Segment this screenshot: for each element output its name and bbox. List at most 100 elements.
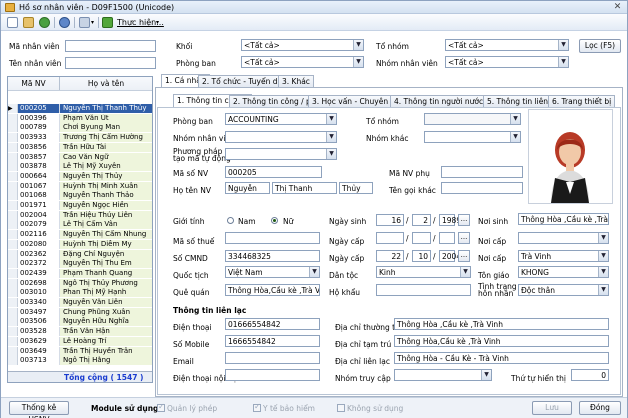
access-group-select[interactable]: ▼ xyxy=(394,369,492,381)
table-row[interactable]: 003629 Lê Hoàng Trí xyxy=(8,336,152,346)
perm-address-input[interactable]: Thông Hòa ,Cầu kè ,Trà Vinh xyxy=(394,318,609,330)
row-indicator[interactable] xyxy=(8,162,18,172)
cell-employee-name[interactable]: Lê Hoàng Trí xyxy=(60,336,152,346)
row-indicator[interactable] xyxy=(8,142,18,152)
first-name-input[interactable]: Thủy xyxy=(339,182,373,194)
cell-employee-id[interactable]: 003857 xyxy=(18,152,60,162)
row-indicator[interactable] xyxy=(8,210,18,220)
cell-employee-id[interactable]: 003506 xyxy=(18,317,60,327)
emp-code-input[interactable]: 000205 xyxy=(225,166,322,178)
cell-employee-name[interactable]: Nguyễn Thị Thủy xyxy=(60,171,152,181)
table-row[interactable]: 000396 Phạm Văn Út xyxy=(8,113,152,123)
save-button[interactable]: Lưu xyxy=(532,401,572,415)
cell-employee-name[interactable]: Nguyễn Văn Liên xyxy=(60,298,152,307)
cell-employee-id[interactable]: 003010 xyxy=(18,288,60,298)
group-select[interactable]: ▼ xyxy=(424,113,521,125)
employee-name-input[interactable] xyxy=(65,57,156,69)
row-indicator[interactable] xyxy=(8,259,18,269)
cell-employee-name[interactable]: Huỳnh Thị Minh Xuân xyxy=(60,181,152,191)
block-select[interactable]: <Tất cả> ▼ xyxy=(241,39,364,51)
close-button[interactable]: Đóng xyxy=(579,401,621,415)
row-indicator[interactable] xyxy=(8,123,18,133)
employee-group-select[interactable]: ▼ xyxy=(225,131,337,143)
cell-employee-name[interactable]: Phạm Văn Út xyxy=(60,113,152,123)
other-group-select[interactable]: ▼ xyxy=(424,131,521,143)
cell-employee-id[interactable]: 003340 xyxy=(18,298,60,307)
row-indicator[interactable] xyxy=(8,220,18,230)
row-indicator[interactable] xyxy=(8,346,18,356)
cell-employee-id[interactable]: 001971 xyxy=(18,201,60,210)
row-indicator[interactable] xyxy=(8,336,18,346)
row-indicator[interactable] xyxy=(8,298,18,307)
cell-employee-id[interactable]: 000664 xyxy=(18,171,60,181)
last-name-input[interactable]: Nguyễn xyxy=(225,182,270,194)
cell-employee-name[interactable]: Nguyễn Hữu Nghĩa xyxy=(60,317,152,327)
cell-employee-id[interactable]: 003713 xyxy=(18,356,60,366)
religion-select[interactable]: KHONG ▼ xyxy=(518,266,609,278)
row-indicator[interactable] xyxy=(8,239,18,249)
cell-employee-name[interactable]: Đặng Chí Nguyện xyxy=(60,249,152,259)
table-row[interactable]: 000664 Nguyễn Thị Thủy xyxy=(8,171,152,181)
tax-issue-place-select[interactable]: ▼ xyxy=(518,232,609,244)
table-row[interactable]: ▶ 000205 Nguyễn Thị Thanh Thủy xyxy=(8,104,152,113)
cell-employee-name[interactable]: Lê Thị Mỹ Xuyên xyxy=(60,162,152,172)
phone-input[interactable]: 01666554842 xyxy=(225,318,320,330)
temp-address-input[interactable]: Thông Hòa,Cầu kè ,Trà Vinh xyxy=(394,335,609,347)
table-row[interactable]: 000789 Chơi Byung Man xyxy=(8,123,152,133)
close-icon[interactable]: ✕ xyxy=(612,2,623,12)
emp-sub-code-input[interactable] xyxy=(441,166,523,178)
email-input[interactable] xyxy=(225,352,320,364)
unused-checkbox[interactable] xyxy=(337,404,345,412)
cell-employee-name[interactable]: Trần Hữu Tài xyxy=(60,142,152,152)
cell-employee-name[interactable]: Huỳnh Thị Diễm My xyxy=(60,239,152,249)
cell-employee-name[interactable]: Ngô Thị Hằng xyxy=(60,356,152,366)
nationality-select[interactable]: Việt Nam ▼ xyxy=(225,266,320,278)
row-indicator[interactable] xyxy=(8,317,18,327)
tab-other[interactable]: 3. Khác xyxy=(278,75,314,87)
cell-employee-name[interactable]: Chơi Byung Man xyxy=(60,123,152,133)
table-row[interactable]: 002439 Phạm Thanh Quang xyxy=(8,268,152,278)
leave-checkbox[interactable] xyxy=(157,402,165,412)
table-row[interactable]: 002116 Nguyễn Thị Cẩm Nhung xyxy=(8,230,152,240)
cell-employee-id[interactable]: 003497 xyxy=(18,307,60,317)
cell-employee-id[interactable]: 002004 xyxy=(18,210,60,220)
cell-employee-id[interactable]: 003878 xyxy=(18,162,60,172)
cell-employee-name[interactable]: Nguyễn Ngọc Hiền xyxy=(60,201,152,210)
table-row[interactable]: 003857 Cao Văn Ngữ xyxy=(8,152,152,162)
alias-input[interactable] xyxy=(441,182,523,194)
cell-employee-id[interactable]: 003856 xyxy=(18,142,60,152)
tax-issue-year-input[interactable] xyxy=(439,232,455,244)
cell-employee-name[interactable]: Nguyễn Thị Thanh Thủy xyxy=(60,104,152,113)
department-select[interactable]: ACCOUNTING ▼ xyxy=(225,113,337,125)
cell-employee-id[interactable]: 003649 xyxy=(18,346,60,356)
id-issue-day-input[interactable]: 22 xyxy=(376,250,404,262)
cell-employee-id[interactable]: 002080 xyxy=(18,239,60,249)
id-issue-place-select[interactable]: Trà Vinh ▼ xyxy=(518,250,609,262)
row-indicator[interactable] xyxy=(8,307,18,317)
cell-employee-name[interactable]: Cao Văn Ngữ xyxy=(60,152,152,162)
grid-filter-row[interactable] xyxy=(8,90,152,103)
row-indicator[interactable] xyxy=(8,133,18,143)
cell-employee-name[interactable]: Trần Hiệu Thúy Liên xyxy=(60,210,152,220)
table-row[interactable]: 002372 Nguyễn Thị Thu Em xyxy=(8,259,152,269)
cell-employee-id[interactable]: 003933 xyxy=(18,133,60,143)
tax-date-picker-button[interactable]: ... xyxy=(458,232,470,244)
column-header-id[interactable]: Mã NV xyxy=(8,77,60,90)
birth-year-input[interactable]: 1989 xyxy=(439,214,461,226)
cell-employee-name[interactable]: Trần Văn Hận xyxy=(60,327,152,337)
table-row[interactable]: 003713 Ngô Thị Hằng xyxy=(8,356,152,366)
contact-address-input[interactable]: Thông Hòa - Cầu Kè - Trà Vinh xyxy=(394,352,609,364)
household-input[interactable] xyxy=(376,284,471,296)
cell-employee-name[interactable]: Trần Thị Huyền Trân xyxy=(60,346,152,356)
cell-employee-id[interactable]: 002362 xyxy=(18,249,60,259)
employee-photo[interactable] xyxy=(528,109,613,204)
cell-employee-id[interactable]: 003528 xyxy=(18,327,60,337)
row-indicator[interactable] xyxy=(8,191,18,201)
birth-picker-button[interactable]: ... xyxy=(458,214,470,226)
row-indicator[interactable] xyxy=(8,356,18,366)
cell-employee-id[interactable]: 002372 xyxy=(18,259,60,269)
cell-employee-name[interactable]: Phạm Thanh Quang xyxy=(60,268,152,278)
cell-employee-id[interactable]: 000789 xyxy=(18,123,60,133)
employee-group-filter-select[interactable]: <Tất cả> ▼ xyxy=(445,56,569,68)
cell-employee-id[interactable]: 001067 xyxy=(18,181,60,191)
